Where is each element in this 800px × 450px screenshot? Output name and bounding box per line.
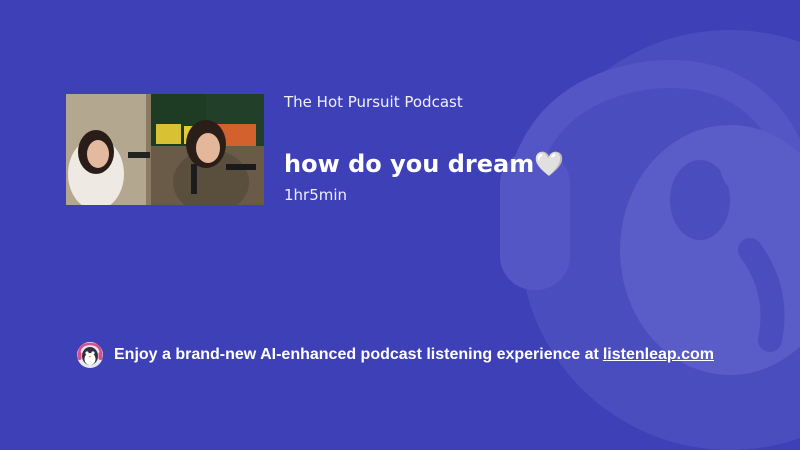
promo-text: Enjoy a brand-new AI-enhanced podcast li… [114,346,599,363]
episode-title[interactable]: how do you dream🤍 [284,150,564,178]
thumbnail-image [66,94,264,205]
podcast-show-name[interactable]: The Hot Pursuit Podcast [284,93,463,111]
promo-banner: Enjoy a brand-new AI-enhanced podcast li… [76,341,714,369]
penguin-mascot-icon [77,342,103,368]
episode-duration: 1hr5min [284,186,348,204]
mascot-watermark-icon [500,30,800,450]
episode-thumbnail[interactable] [66,94,264,205]
listenleap-link[interactable]: listenleap.com [603,346,714,364]
